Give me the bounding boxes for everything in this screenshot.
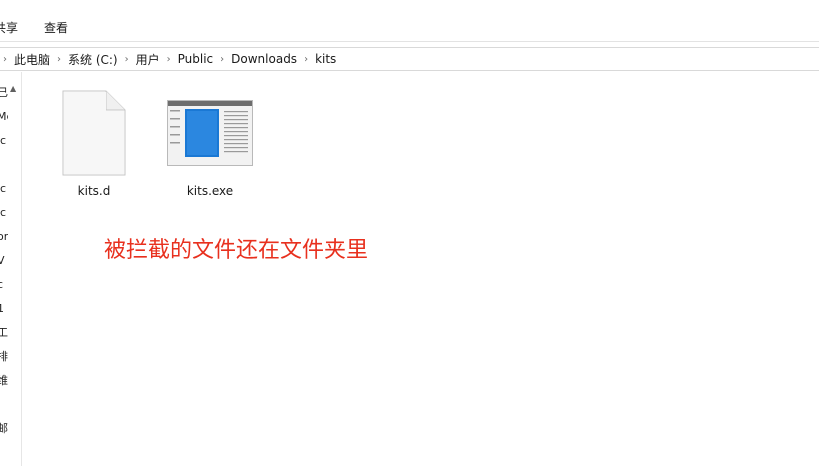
ribbon-tab-bar: 共享 查看 [0, 0, 819, 42]
breadcrumb-item-kits[interactable]: kits [313, 52, 338, 66]
nav-item[interactable]: 工 [0, 326, 8, 340]
chevron-right-icon[interactable]: › [162, 54, 176, 65]
tab-view[interactable]: 查看 [44, 20, 68, 36]
breadcrumb-item-downloads[interactable]: Downloads [229, 52, 299, 66]
breadcrumb[interactable]: › 此电脑 › 系统 (C:) › 用户 › Public › Download… [0, 47, 819, 71]
tab-share[interactable]: 共享 [0, 20, 18, 36]
breadcrumb-item-system-drive[interactable]: 系统 (C:) [66, 51, 120, 68]
chevron-right-icon[interactable]: › [52, 54, 66, 65]
nav-item[interactable]: Me [0, 110, 8, 124]
file-item-kits-exe[interactable]: kits.exe [167, 90, 253, 198]
nav-item[interactable]: ic [0, 182, 8, 196]
application-icon [167, 100, 253, 166]
nav-item[interactable]: l [0, 398, 8, 412]
nav-item[interactable]: 排 [0, 350, 8, 364]
nav-item[interactable]: 邮 [0, 422, 8, 436]
file-item-kits-d[interactable]: kits.d [51, 90, 137, 198]
nav-item[interactable]: ic [0, 206, 8, 220]
document-icon [62, 90, 126, 176]
breadcrumb-item-public[interactable]: Public [176, 52, 216, 66]
chevron-right-icon[interactable]: › [120, 54, 134, 65]
chevron-right-icon[interactable]: › [215, 54, 229, 65]
navigation-pane[interactable]: ▲ 已 Me ic ic ic or V c 1 工 排 维 l 邮 [0, 72, 22, 466]
nav-item[interactable]: or [0, 230, 8, 244]
breadcrumb-item-users[interactable]: 用户 [134, 51, 162, 68]
nav-item[interactable]: V [0, 254, 8, 268]
nav-item[interactable]: c [0, 278, 8, 292]
file-name[interactable]: kits.d [78, 184, 111, 198]
breadcrumb-item-this-pc[interactable]: 此电脑 [12, 51, 52, 68]
chevron-right-icon: › [3, 53, 7, 65]
nav-item[interactable]: ic [0, 134, 8, 148]
nav-item[interactable]: 1 [0, 302, 8, 316]
nav-item[interactable]: 维 [0, 374, 8, 388]
annotation-text: 被拦截的文件还在文件夹里 [104, 238, 369, 263]
nav-item[interactable]: 已 [0, 86, 8, 100]
scroll-up-icon[interactable]: ▲ [10, 84, 16, 93]
file-name[interactable]: kits.exe [187, 184, 233, 198]
file-list-area[interactable]: kits.d kits.exe [23, 72, 819, 466]
chevron-right-icon[interactable]: › [299, 54, 313, 65]
